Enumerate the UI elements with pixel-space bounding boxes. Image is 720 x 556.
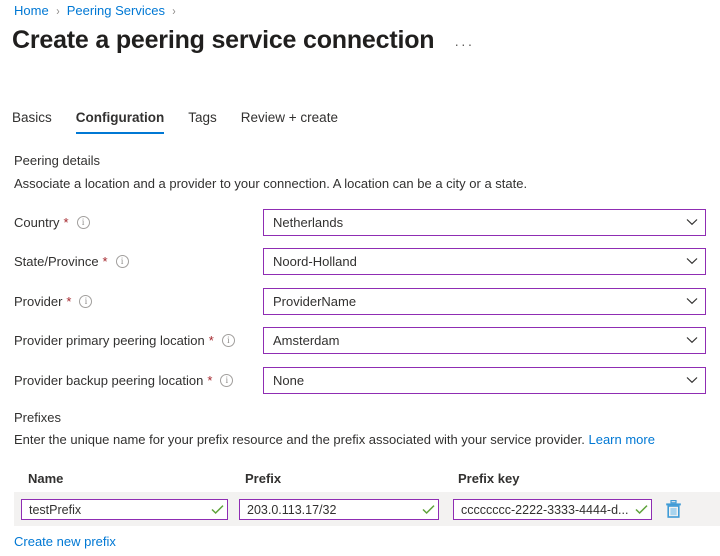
label-state-province: State/Province * i bbox=[14, 254, 129, 269]
field-row-state-province: State/Province * i Noord-Holland bbox=[0, 247, 720, 275]
tab-review-create[interactable]: Review + create bbox=[229, 110, 350, 134]
prefixes-heading: Prefixes bbox=[14, 410, 61, 425]
prefix-name-input[interactable]: testPrefix bbox=[21, 499, 228, 520]
column-header-prefix-key: Prefix key bbox=[458, 471, 520, 486]
field-row-provider-primary-peering-location: Provider primary peering location * i Am… bbox=[0, 326, 720, 354]
more-options-icon[interactable]: ··· bbox=[454, 36, 474, 52]
peering-details-heading: Peering details bbox=[14, 153, 100, 168]
column-header-name: Name bbox=[28, 471, 64, 486]
field-row-country: Country * i Netherlands bbox=[0, 208, 720, 236]
info-icon[interactable]: i bbox=[220, 373, 234, 387]
info-icon[interactable]: i bbox=[76, 215, 90, 229]
field-row-provider-backup-peering-location: Provider backup peering location * i Non… bbox=[0, 366, 720, 394]
valid-check-icon bbox=[631, 504, 651, 515]
tab-tags[interactable]: Tags bbox=[176, 110, 229, 134]
valid-check-icon bbox=[418, 504, 438, 515]
prefix-name-value: testPrefix bbox=[29, 502, 82, 517]
label-provider-primary-peering-location: Provider primary peering location * i bbox=[14, 333, 235, 348]
provider-primary-peering-location-dropdown[interactable]: Amsterdam bbox=[263, 326, 706, 354]
trash-icon bbox=[665, 499, 682, 521]
label-provider-text: Provider bbox=[14, 293, 63, 309]
info-icon[interactable]: i bbox=[115, 254, 129, 268]
breadcrumb-item-home[interactable]: Home bbox=[14, 2, 49, 20]
required-indicator: * bbox=[207, 372, 213, 388]
title-row: Create a peering service connection ··· bbox=[12, 26, 474, 55]
required-indicator: * bbox=[63, 214, 69, 230]
breadcrumb: Home › Peering Services › bbox=[14, 2, 183, 20]
tab-tags-label: Tags bbox=[188, 110, 217, 125]
label-country-text: Country bbox=[14, 214, 60, 230]
chevron-down-icon bbox=[679, 336, 705, 344]
tab-configuration[interactable]: Configuration bbox=[64, 110, 176, 134]
create-peering-service-connection-page: Home › Peering Services › Create a peeri… bbox=[0, 0, 720, 556]
chevron-down-icon bbox=[679, 297, 705, 305]
label-state-province-text: State/Province bbox=[14, 253, 99, 269]
label-provider-primary-peering-location-text: Provider primary peering location bbox=[14, 332, 205, 348]
page-title: Create a peering service connection bbox=[12, 26, 435, 54]
breadcrumb-item-peering-services[interactable]: Peering Services bbox=[67, 2, 165, 20]
breadcrumb-separator-icon: › bbox=[55, 4, 60, 18]
tab-basics[interactable]: Basics bbox=[12, 110, 64, 134]
field-row-provider: Provider * i ProviderName bbox=[0, 287, 720, 315]
tab-basics-label: Basics bbox=[12, 110, 52, 125]
label-country: Country * i bbox=[14, 215, 90, 230]
prefix-value-input[interactable]: 203.0.113.17/32 bbox=[239, 499, 439, 520]
tab-bar: Basics Configuration Tags Review + creat… bbox=[12, 110, 350, 134]
delete-prefix-button[interactable] bbox=[662, 499, 684, 521]
create-new-prefix-link[interactable]: Create new prefix bbox=[14, 534, 116, 549]
country-dropdown-value: Netherlands bbox=[273, 214, 344, 230]
chevron-down-icon bbox=[679, 376, 705, 384]
chevron-down-icon bbox=[679, 218, 705, 226]
valid-check-icon bbox=[207, 504, 227, 515]
tab-review-create-label: Review + create bbox=[240, 110, 338, 125]
chevron-down-icon bbox=[679, 257, 705, 265]
required-indicator: * bbox=[102, 253, 108, 269]
label-provider-backup-peering-location-text: Provider backup peering location bbox=[14, 372, 204, 388]
label-provider: Provider * i bbox=[14, 293, 93, 309]
prefix-key-value: cccccccc-2222-3333-4444-d... bbox=[461, 502, 629, 517]
provider-dropdown[interactable]: ProviderName bbox=[263, 287, 706, 315]
required-indicator: * bbox=[208, 332, 214, 348]
provider-dropdown-value: ProviderName bbox=[273, 293, 357, 309]
info-icon[interactable]: i bbox=[221, 333, 235, 347]
state-province-dropdown[interactable]: Noord-Holland bbox=[263, 247, 706, 275]
prefixes-description-text: Enter the unique name for your prefix re… bbox=[14, 432, 585, 447]
label-provider-backup-peering-location: Provider backup peering location * i bbox=[14, 372, 234, 388]
prefix-key-input[interactable]: cccccccc-2222-3333-4444-d... bbox=[453, 499, 652, 520]
learn-more-link[interactable]: Learn more bbox=[588, 432, 654, 447]
provider-primary-peering-location-dropdown-value: Amsterdam bbox=[273, 332, 340, 348]
breadcrumb-separator-icon: › bbox=[172, 4, 176, 18]
provider-backup-peering-location-dropdown[interactable]: None bbox=[263, 366, 706, 394]
country-dropdown[interactable]: Netherlands bbox=[263, 208, 706, 236]
prefix-value-text: 203.0.113.17/32 bbox=[247, 502, 337, 517]
info-icon[interactable]: i bbox=[79, 294, 93, 308]
provider-backup-peering-location-dropdown-value: None bbox=[273, 372, 305, 388]
required-indicator: * bbox=[66, 293, 72, 309]
tab-configuration-label: Configuration bbox=[75, 110, 165, 125]
state-province-dropdown-value: Noord-Holland bbox=[273, 253, 357, 269]
peering-details-description: Associate a location and a provider to y… bbox=[14, 176, 528, 191]
column-header-prefix: Prefix bbox=[245, 471, 282, 486]
prefixes-description: Enter the unique name for your prefix re… bbox=[14, 432, 655, 447]
